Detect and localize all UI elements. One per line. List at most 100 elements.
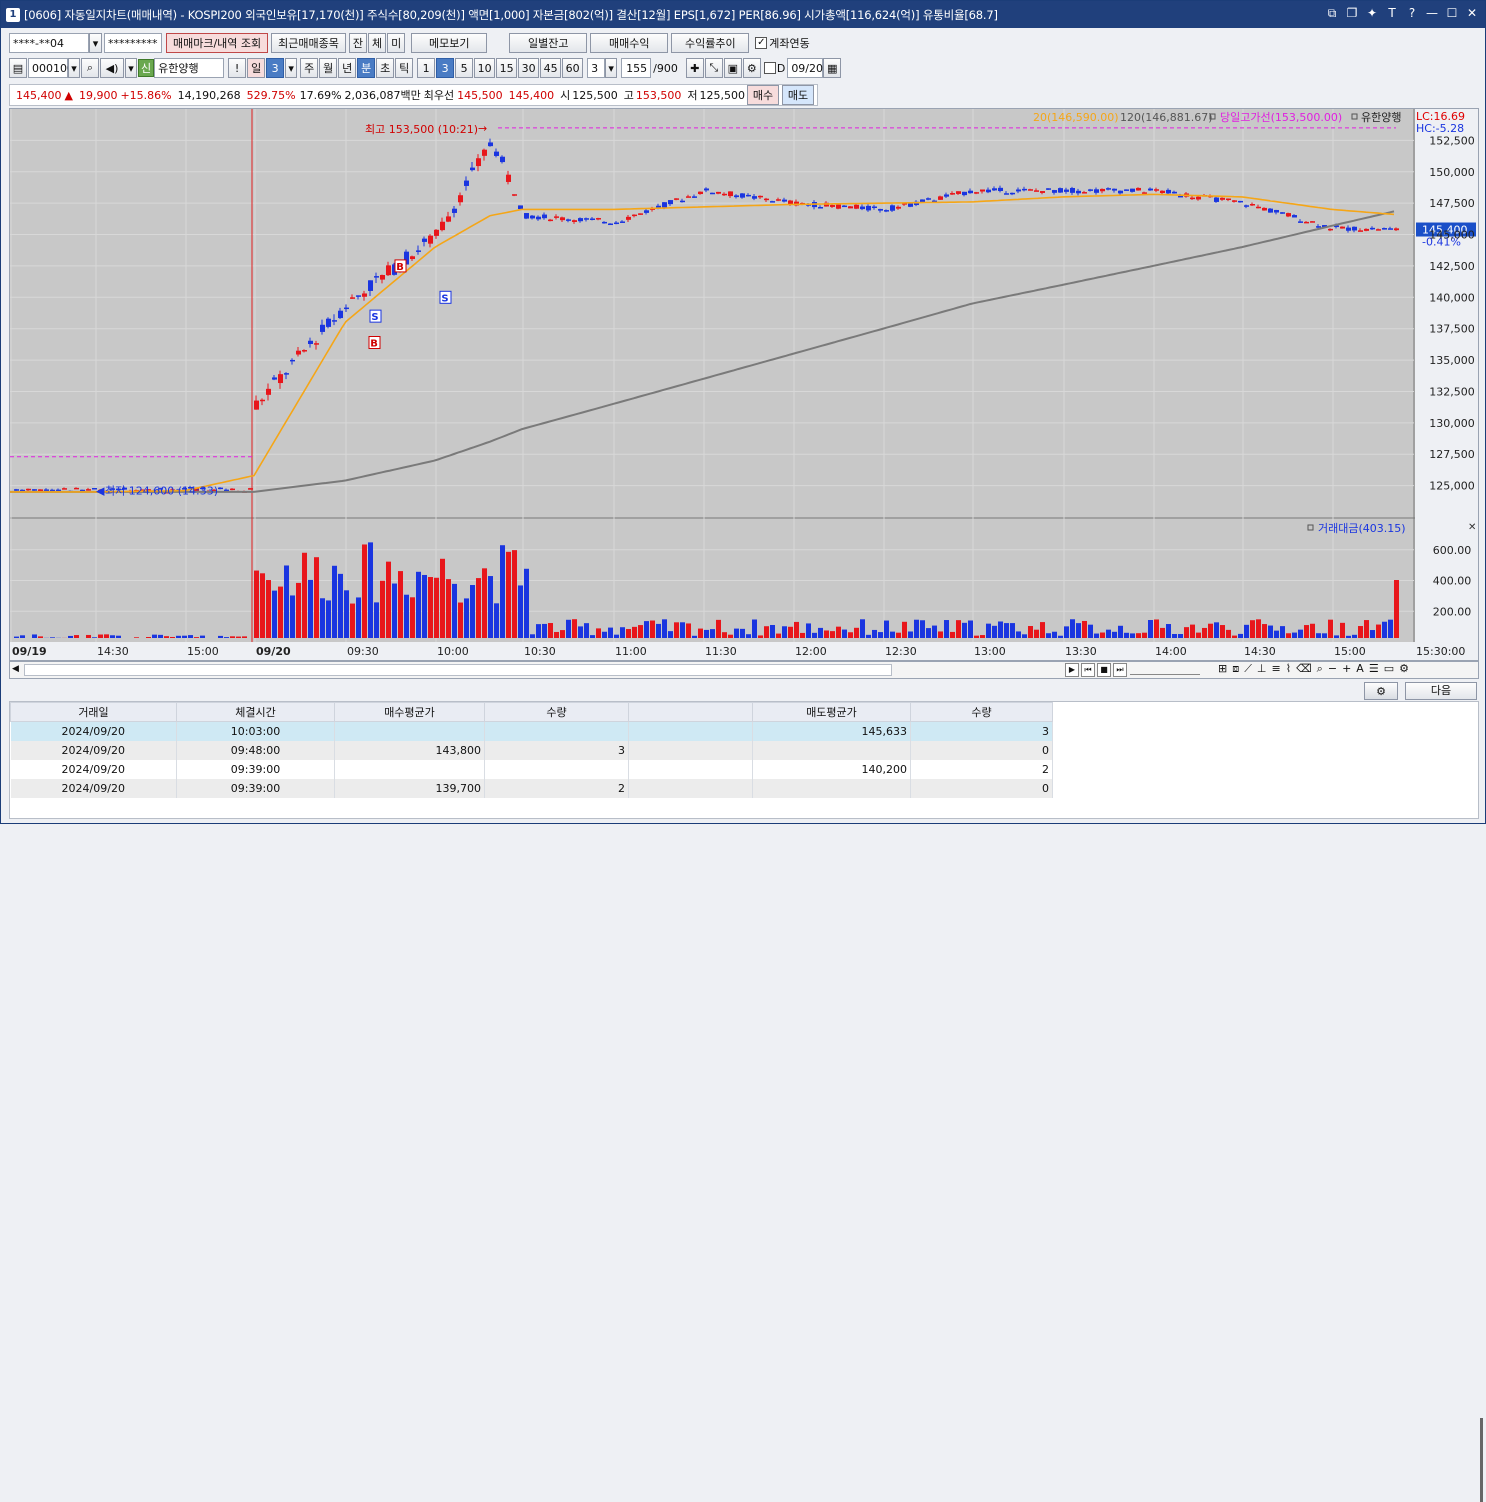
table-row[interactable]: 2024/09/2010:03:00145,6333 bbox=[11, 722, 1053, 741]
table-row[interactable]: 2024/09/2009:39:00139,70020 bbox=[11, 779, 1053, 798]
interval-button-1[interactable]: 1 bbox=[417, 58, 435, 78]
list-icon[interactable]: ☰ bbox=[1369, 662, 1379, 676]
stock-code-dropdown-icon[interactable]: ▾ bbox=[68, 58, 80, 78]
settings-icon[interactable]: ⚙ bbox=[743, 58, 761, 78]
tab-jan[interactable]: 잔 bbox=[349, 33, 367, 53]
sound-dropdown-icon[interactable]: ▾ bbox=[125, 58, 137, 78]
column-header-0[interactable]: 거래일 bbox=[11, 703, 177, 722]
zoom-icon[interactable]: ⌕ bbox=[1317, 662, 1323, 676]
erase-icon[interactable]: ⌫ bbox=[1296, 662, 1312, 676]
interval-button-15[interactable]: 15 bbox=[496, 58, 517, 78]
sell-button[interactable]: 매도 bbox=[782, 85, 814, 105]
pin-icon[interactable]: ✦ bbox=[1365, 6, 1379, 21]
column-header-3[interactable]: 수량 bbox=[485, 703, 629, 722]
next-button[interactable]: 다음 bbox=[1405, 682, 1477, 700]
daily-balance-button[interactable]: 일별잔고 bbox=[509, 33, 587, 53]
date-field[interactable]: 09/20 bbox=[787, 58, 823, 78]
interval-button-45[interactable]: 45 bbox=[540, 58, 561, 78]
scroll-left-icon[interactable]: ◀ bbox=[12, 664, 19, 674]
scroll-control-0[interactable]: ▶ bbox=[1065, 663, 1079, 677]
candle-body bbox=[218, 488, 223, 490]
period-min-button[interactable]: 분 bbox=[357, 58, 375, 78]
link-icon[interactable]: ⧉ bbox=[1325, 6, 1339, 21]
table-row[interactable]: 2024/09/2009:48:00143,80030 bbox=[11, 741, 1053, 760]
calendar-icon[interactable]: ▦ bbox=[823, 58, 841, 78]
column-header-6[interactable]: 수량 bbox=[911, 703, 1053, 722]
mark-query-button[interactable]: 매매마크/내역 조회 bbox=[166, 33, 268, 53]
layout-icon[interactable]: ⊞ bbox=[1218, 662, 1227, 676]
restore-icon[interactable]: ❐ bbox=[1345, 6, 1359, 21]
interval-button-5[interactable]: 5 bbox=[455, 58, 473, 78]
column-header-1[interactable]: 체결시간 bbox=[177, 703, 335, 722]
zoom-slider[interactable] bbox=[1130, 665, 1200, 675]
period-day-button[interactable]: 일 bbox=[247, 58, 265, 78]
d-checkbox[interactable] bbox=[764, 62, 776, 74]
volume-bar bbox=[1034, 630, 1039, 638]
zoom-out-icon[interactable]: − bbox=[1328, 662, 1337, 676]
tab-che[interactable]: 체 bbox=[368, 33, 386, 53]
stock-name-field[interactable]: 유한양행 bbox=[154, 58, 224, 78]
stock-list-icon[interactable]: ▤ bbox=[9, 58, 27, 78]
recent-stocks-button[interactable]: 최근매매종목 bbox=[271, 33, 346, 53]
stock-code-field[interactable]: 000100 bbox=[28, 58, 68, 78]
candle-body bbox=[1310, 221, 1315, 223]
grid-scrollbar[interactable] bbox=[1480, 1418, 1483, 1502]
interval-button-30[interactable]: 30 bbox=[518, 58, 539, 78]
grid-settings-button[interactable]: ⚙ bbox=[1364, 682, 1398, 700]
period-tick-button[interactable]: 틱 bbox=[395, 58, 413, 78]
chart-canvas[interactable]: 최고 153,500 (10:21)→최저 124,600 (14:33)◀SB… bbox=[10, 109, 1478, 660]
period-week-button[interactable]: 주 bbox=[300, 58, 318, 78]
scroll-control-2[interactable]: ■ bbox=[1097, 663, 1111, 677]
chart-scroll-thumb[interactable] bbox=[24, 664, 892, 676]
print-icon[interactable]: ▭ bbox=[1384, 662, 1394, 676]
stock-chart[interactable]: 최고 153,500 (10:21)→최저 124,600 (14:33)◀SB… bbox=[9, 108, 1479, 661]
column-header-4[interactable] bbox=[629, 703, 753, 722]
tab-mi[interactable]: 미 bbox=[387, 33, 405, 53]
period-sec-button[interactable]: 초 bbox=[376, 58, 394, 78]
sound-icon[interactable]: ◀) bbox=[100, 58, 124, 78]
close-icon[interactable]: ✕ bbox=[1465, 6, 1479, 21]
fibo-icon[interactable]: ≡ bbox=[1272, 662, 1281, 676]
interval-button-60[interactable]: 60 bbox=[562, 58, 583, 78]
compare-icon[interactable]: ⧈ bbox=[1232, 662, 1239, 676]
return-trend-button[interactable]: 수익률추이 bbox=[671, 33, 749, 53]
account-field[interactable]: ****-**04 bbox=[9, 33, 89, 53]
tools-icon[interactable]: ⚙ bbox=[1399, 662, 1409, 676]
password-field[interactable]: ********* bbox=[104, 33, 162, 53]
column-header-2[interactable]: 매수평균가 bbox=[335, 703, 485, 722]
column-header-5[interactable]: 매도평균가 bbox=[753, 703, 911, 722]
help-icon[interactable]: ? bbox=[1405, 6, 1419, 21]
interval-dropdown-icon[interactable]: ▾ bbox=[605, 58, 617, 78]
alert-button[interactable]: ! bbox=[228, 58, 246, 78]
period-count-dropdown-icon[interactable]: ▾ bbox=[285, 58, 297, 78]
maximize-icon[interactable]: ☐ bbox=[1445, 6, 1459, 21]
volume-bar bbox=[1166, 624, 1171, 638]
buy-button[interactable]: 매수 bbox=[747, 85, 779, 105]
pattern-icon[interactable]: ⌇ bbox=[1286, 662, 1291, 676]
chart-scrollbar[interactable]: ◀ ▶⏮■⏭ ⊞ ⧈ ⟋ ⊥ ≡ ⌇ ⌫ ⌕ − + A ☰ ▭ ⚙ bbox=[9, 661, 1479, 679]
scroll-control-3[interactable]: ⏭ bbox=[1113, 663, 1127, 677]
period-count-field[interactable]: 3 bbox=[266, 58, 284, 78]
table-row[interactable]: 2024/09/2009:39:00140,2002 bbox=[11, 760, 1053, 779]
font-icon[interactable]: A bbox=[1356, 662, 1364, 676]
minimize-icon[interactable]: — bbox=[1425, 6, 1439, 21]
trendline-icon[interactable]: ⟋ bbox=[1244, 662, 1252, 676]
zoom-in-icon[interactable]: + bbox=[1342, 662, 1351, 676]
save-icon[interactable]: ▣ bbox=[724, 58, 742, 78]
interval-select[interactable]: 3 bbox=[587, 58, 605, 78]
scroll-control-1[interactable]: ⏮ bbox=[1081, 663, 1095, 677]
period-month-button[interactable]: 월 bbox=[319, 58, 337, 78]
hline-icon[interactable]: ⊥ bbox=[1257, 662, 1267, 676]
account-link-checkbox[interactable]: ✓ bbox=[755, 37, 767, 49]
account-dropdown-icon[interactable]: ▾ bbox=[89, 33, 102, 53]
text-icon[interactable]: T bbox=[1385, 6, 1399, 21]
memo-button[interactable]: 메모보기 bbox=[411, 33, 487, 53]
interval-button-3[interactable]: 3 bbox=[436, 58, 454, 78]
period-year-button[interactable]: 년 bbox=[338, 58, 356, 78]
search-icon[interactable]: ⌕ bbox=[81, 58, 99, 78]
crosshair-icon[interactable]: ✚ bbox=[686, 58, 704, 78]
bar-count-field[interactable]: 155 bbox=[621, 58, 651, 78]
draw-tool-icon[interactable]: ⤡ bbox=[705, 58, 723, 78]
interval-button-10[interactable]: 10 bbox=[474, 58, 495, 78]
trade-profit-button[interactable]: 매매수익 bbox=[590, 33, 668, 53]
